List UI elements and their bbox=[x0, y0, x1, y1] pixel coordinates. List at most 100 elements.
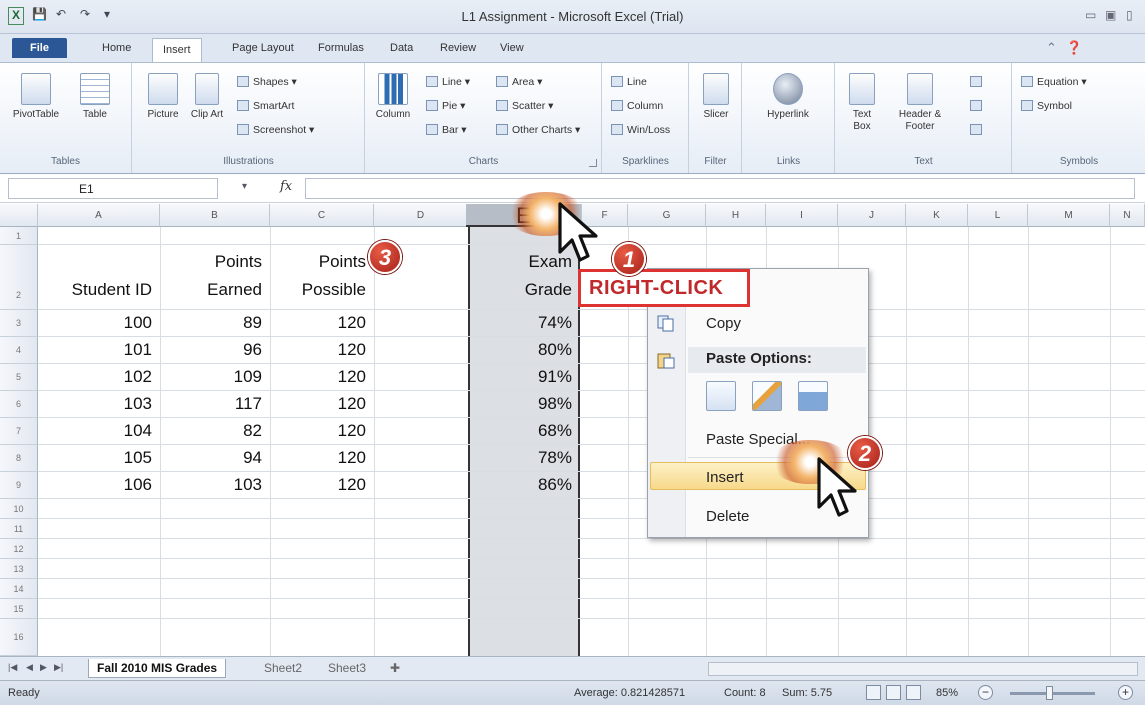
row-header-4[interactable]: 4 bbox=[0, 337, 38, 364]
column-chart-button[interactable]: Column bbox=[372, 73, 414, 121]
row-header-1[interactable]: 1 bbox=[0, 227, 38, 245]
row-header-10[interactable]: 10 bbox=[0, 499, 38, 519]
column-header-l[interactable]: L bbox=[968, 204, 1028, 227]
column-header-n[interactable]: N bbox=[1110, 204, 1145, 227]
column-header-h[interactable]: H bbox=[706, 204, 766, 227]
line-chart-button[interactable]: Line ▾ bbox=[426, 75, 470, 89]
sheet-tab-sheet2[interactable]: Sheet2 bbox=[256, 659, 310, 678]
bar-chart-button[interactable]: Bar ▾ bbox=[426, 123, 467, 137]
paste-picture-icon[interactable] bbox=[798, 381, 828, 411]
normal-view-icon[interactable] bbox=[866, 685, 881, 700]
paste-formatting-icon[interactable] bbox=[752, 381, 782, 411]
row-header-6[interactable]: 6 bbox=[0, 391, 38, 418]
slicer-button[interactable]: Slicer bbox=[698, 73, 734, 121]
header-footer-button[interactable]: Header & Footer bbox=[890, 73, 950, 133]
picture-button[interactable]: Picture bbox=[143, 73, 183, 121]
cell-points-possible[interactable]: 120 bbox=[270, 313, 374, 333]
cell-points-earned[interactable]: 94 bbox=[160, 448, 270, 468]
formula-input[interactable] bbox=[305, 178, 1135, 199]
close-icon[interactable]: ▯ bbox=[1126, 8, 1133, 22]
row-header-13[interactable]: 13 bbox=[0, 559, 38, 579]
cell-points-earned[interactable]: 103 bbox=[160, 475, 270, 495]
zoom-slider-handle[interactable] bbox=[1046, 686, 1053, 700]
smartart-button[interactable]: SmartArt bbox=[237, 99, 294, 113]
cell-student-id[interactable]: 104 bbox=[38, 421, 160, 441]
signature-line-icon[interactable] bbox=[970, 99, 986, 113]
pie-chart-button[interactable]: Pie ▾ bbox=[426, 99, 465, 113]
cell-points-earned[interactable]: 89 bbox=[160, 313, 270, 333]
minimize-ribbon-icon[interactable]: ⌃ bbox=[1046, 40, 1057, 56]
worksheet-grid[interactable]: A B C D E F G H I J K L M N 1 2 3 4 5 6 … bbox=[0, 204, 1145, 657]
cell-student-id[interactable]: 106 bbox=[38, 475, 160, 495]
sparkline-column-button[interactable]: Column bbox=[611, 99, 663, 113]
cell-student-id[interactable]: 103 bbox=[38, 394, 160, 414]
tab-data[interactable]: Data bbox=[390, 40, 413, 62]
last-sheet-icon[interactable]: ▶| bbox=[54, 662, 63, 673]
prev-sheet-icon[interactable]: ◀ bbox=[26, 662, 33, 673]
column-header-i[interactable]: I bbox=[766, 204, 838, 227]
column-header-j[interactable]: J bbox=[838, 204, 906, 227]
cell-student-id[interactable]: 102 bbox=[38, 367, 160, 387]
sheet-tab-sheet3[interactable]: Sheet3 bbox=[320, 659, 374, 678]
hyperlink-button[interactable]: Hyperlink bbox=[755, 73, 821, 121]
column-header-c[interactable]: C bbox=[270, 204, 374, 227]
cell-points-possible[interactable]: 120 bbox=[270, 475, 374, 495]
insert-sheet-icon[interactable]: ✚ bbox=[382, 659, 408, 678]
symbol-button[interactable]: Symbol bbox=[1021, 99, 1072, 113]
name-box[interactable]: E1 bbox=[8, 178, 218, 199]
minimize-icon[interactable]: ▭ bbox=[1085, 8, 1096, 22]
horizontal-scrollbar[interactable] bbox=[708, 662, 1138, 676]
zoom-out-icon[interactable]: − bbox=[978, 685, 993, 700]
cell-exam-grade[interactable]: 80% bbox=[468, 340, 580, 360]
charts-dialog-launcher-icon[interactable] bbox=[589, 159, 597, 167]
row-header-5[interactable]: 5 bbox=[0, 364, 38, 391]
row-header-12[interactable]: 12 bbox=[0, 539, 38, 559]
cell-exam-grade[interactable]: 78% bbox=[468, 448, 580, 468]
sparkline-winloss-button[interactable]: Win/Loss bbox=[611, 123, 670, 137]
tab-view[interactable]: View bbox=[500, 40, 524, 62]
cell-points-earned[interactable]: 96 bbox=[160, 340, 270, 360]
column-header-b[interactable]: B bbox=[160, 204, 270, 227]
column-header-d[interactable]: D bbox=[374, 204, 468, 227]
select-all-corner[interactable] bbox=[0, 204, 38, 227]
menu-item-delete[interactable]: Delete bbox=[706, 508, 749, 525]
zoom-level[interactable]: 85% bbox=[936, 687, 958, 699]
cell-points-possible[interactable]: 120 bbox=[270, 340, 374, 360]
first-sheet-icon[interactable]: |◀ bbox=[8, 662, 17, 673]
shapes-button[interactable]: Shapes ▾ bbox=[237, 75, 297, 89]
column-header-m[interactable]: M bbox=[1028, 204, 1110, 227]
tab-review[interactable]: Review bbox=[440, 40, 476, 62]
cell-points-possible[interactable]: 120 bbox=[270, 448, 374, 468]
object-icon[interactable] bbox=[970, 123, 986, 137]
row-header-2[interactable]: 2 bbox=[0, 245, 38, 310]
cell-points-earned[interactable]: 82 bbox=[160, 421, 270, 441]
paste-values-icon[interactable] bbox=[706, 381, 736, 411]
cell-points-possible[interactable]: 120 bbox=[270, 394, 374, 414]
cell-exam-grade[interactable]: 74% bbox=[468, 313, 580, 333]
row-header-7[interactable]: 7 bbox=[0, 418, 38, 445]
name-box-dropdown-icon[interactable]: ▾ bbox=[242, 181, 247, 192]
tab-page-layout[interactable]: Page Layout bbox=[232, 40, 294, 62]
zoom-in-icon[interactable]: + bbox=[1118, 685, 1133, 700]
page-break-view-icon[interactable] bbox=[906, 685, 921, 700]
tab-insert[interactable]: Insert bbox=[152, 38, 202, 62]
screenshot-button[interactable]: Screenshot ▾ bbox=[237, 123, 314, 137]
area-chart-button[interactable]: Area ▾ bbox=[496, 75, 542, 89]
row-header-3[interactable]: 3 bbox=[0, 310, 38, 337]
row-header-9[interactable]: 9 bbox=[0, 472, 38, 499]
tab-formulas[interactable]: Formulas bbox=[318, 40, 364, 62]
column-header-g[interactable]: G bbox=[628, 204, 706, 227]
tab-home[interactable]: Home bbox=[102, 40, 131, 62]
cell-student-id[interactable]: 100 bbox=[38, 313, 160, 333]
cell-points-earned[interactable]: 109 bbox=[160, 367, 270, 387]
sheet-tab-fall-2010[interactable]: Fall 2010 MIS Grades bbox=[88, 659, 227, 678]
table-button[interactable]: Table bbox=[70, 73, 120, 121]
cell-student-id[interactable]: 105 bbox=[38, 448, 160, 468]
textbox-button[interactable]: Text Box bbox=[844, 73, 880, 133]
sparkline-line-button[interactable]: Line bbox=[611, 75, 647, 89]
next-sheet-icon[interactable]: ▶ bbox=[40, 662, 47, 673]
menu-item-insert[interactable]: Insert bbox=[706, 469, 744, 486]
cell-points-earned[interactable]: 117 bbox=[160, 394, 270, 414]
column-header-k[interactable]: K bbox=[906, 204, 968, 227]
cell-student-id[interactable]: 101 bbox=[38, 340, 160, 360]
